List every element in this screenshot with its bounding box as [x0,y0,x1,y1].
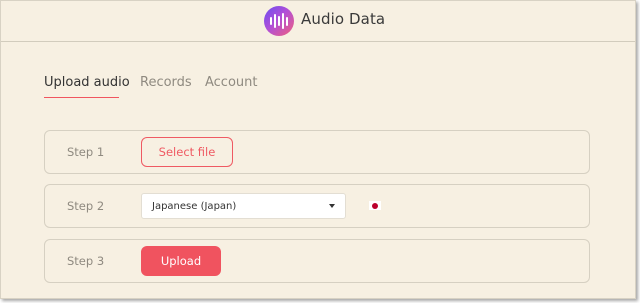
step-label: Step 2 [67,199,105,213]
step-1-row: Step 1 Select file [44,130,590,174]
language-select[interactable]: Japanese (Japan) [141,193,346,219]
app-title: Audio Data [301,10,386,28]
audio-waveform-icon [264,6,294,36]
step-label: Step 1 [67,145,105,159]
app-window: Audio Data Upload audio Records Account … [0,0,636,299]
language-select-value: Japanese (Japan) [152,200,237,212]
step-3-row: Step 3 Upload [44,239,590,283]
tab-records[interactable]: Records [140,75,192,90]
active-tab-indicator [44,97,119,98]
upload-button[interactable]: Upload [141,246,221,276]
step-2-row: Step 2 Japanese (Japan) [44,184,590,228]
chevron-down-icon [329,204,335,208]
japan-flag-icon [369,201,381,210]
tab-account[interactable]: Account [205,75,258,90]
step-label: Step 3 [67,254,105,268]
tab-upload-audio[interactable]: Upload audio [44,75,130,90]
select-file-button[interactable]: Select file [141,137,233,167]
header: Audio Data [1,1,635,42]
